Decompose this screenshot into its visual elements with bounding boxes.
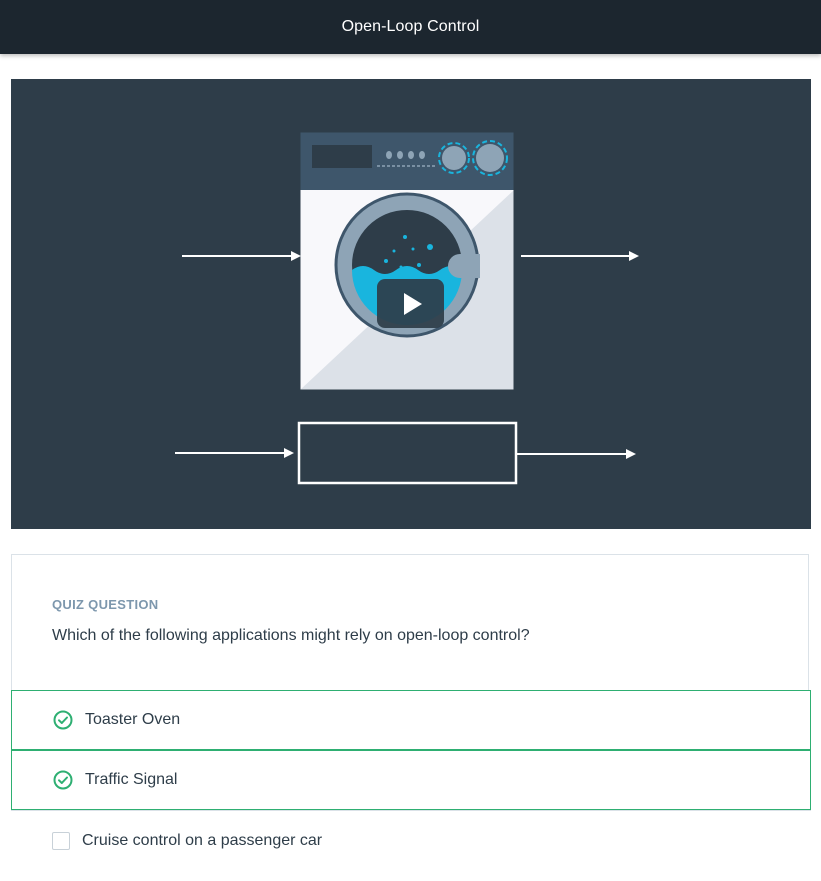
check-circle-icon — [53, 770, 73, 790]
top-bar: Open-Loop Control — [0, 0, 821, 54]
video-thumbnail — [175, 131, 639, 485]
washing-machine-illustration — [299, 131, 515, 391]
option-label: Traffic Signal — [85, 771, 178, 788]
checkbox-icon[interactable] — [52, 831, 70, 850]
page-title: Open-Loop Control — [341, 18, 480, 35]
quiz-label: QUIZ QUESTION — [52, 597, 159, 612]
option-cruise-control[interactable]: Cruise control on a passenger car — [11, 810, 811, 870]
quiz-question: Which of the following applications migh… — [52, 627, 530, 644]
option-label: Toaster Oven — [85, 711, 181, 728]
video-player[interactable] — [11, 79, 811, 529]
quiz-card: QUIZ QUESTION Which of the following app… — [11, 554, 811, 870]
output-arrow-top — [521, 251, 639, 261]
option-label: Cruise control on a passenger car — [82, 831, 323, 849]
play-button[interactable] — [377, 279, 444, 328]
option-traffic-signal[interactable]: Traffic Signal — [11, 750, 811, 810]
check-circle-icon — [53, 710, 73, 730]
option-toaster-oven[interactable]: Toaster Oven — [11, 690, 811, 750]
block-diagram — [175, 421, 636, 485]
input-arrow-top — [182, 251, 301, 261]
